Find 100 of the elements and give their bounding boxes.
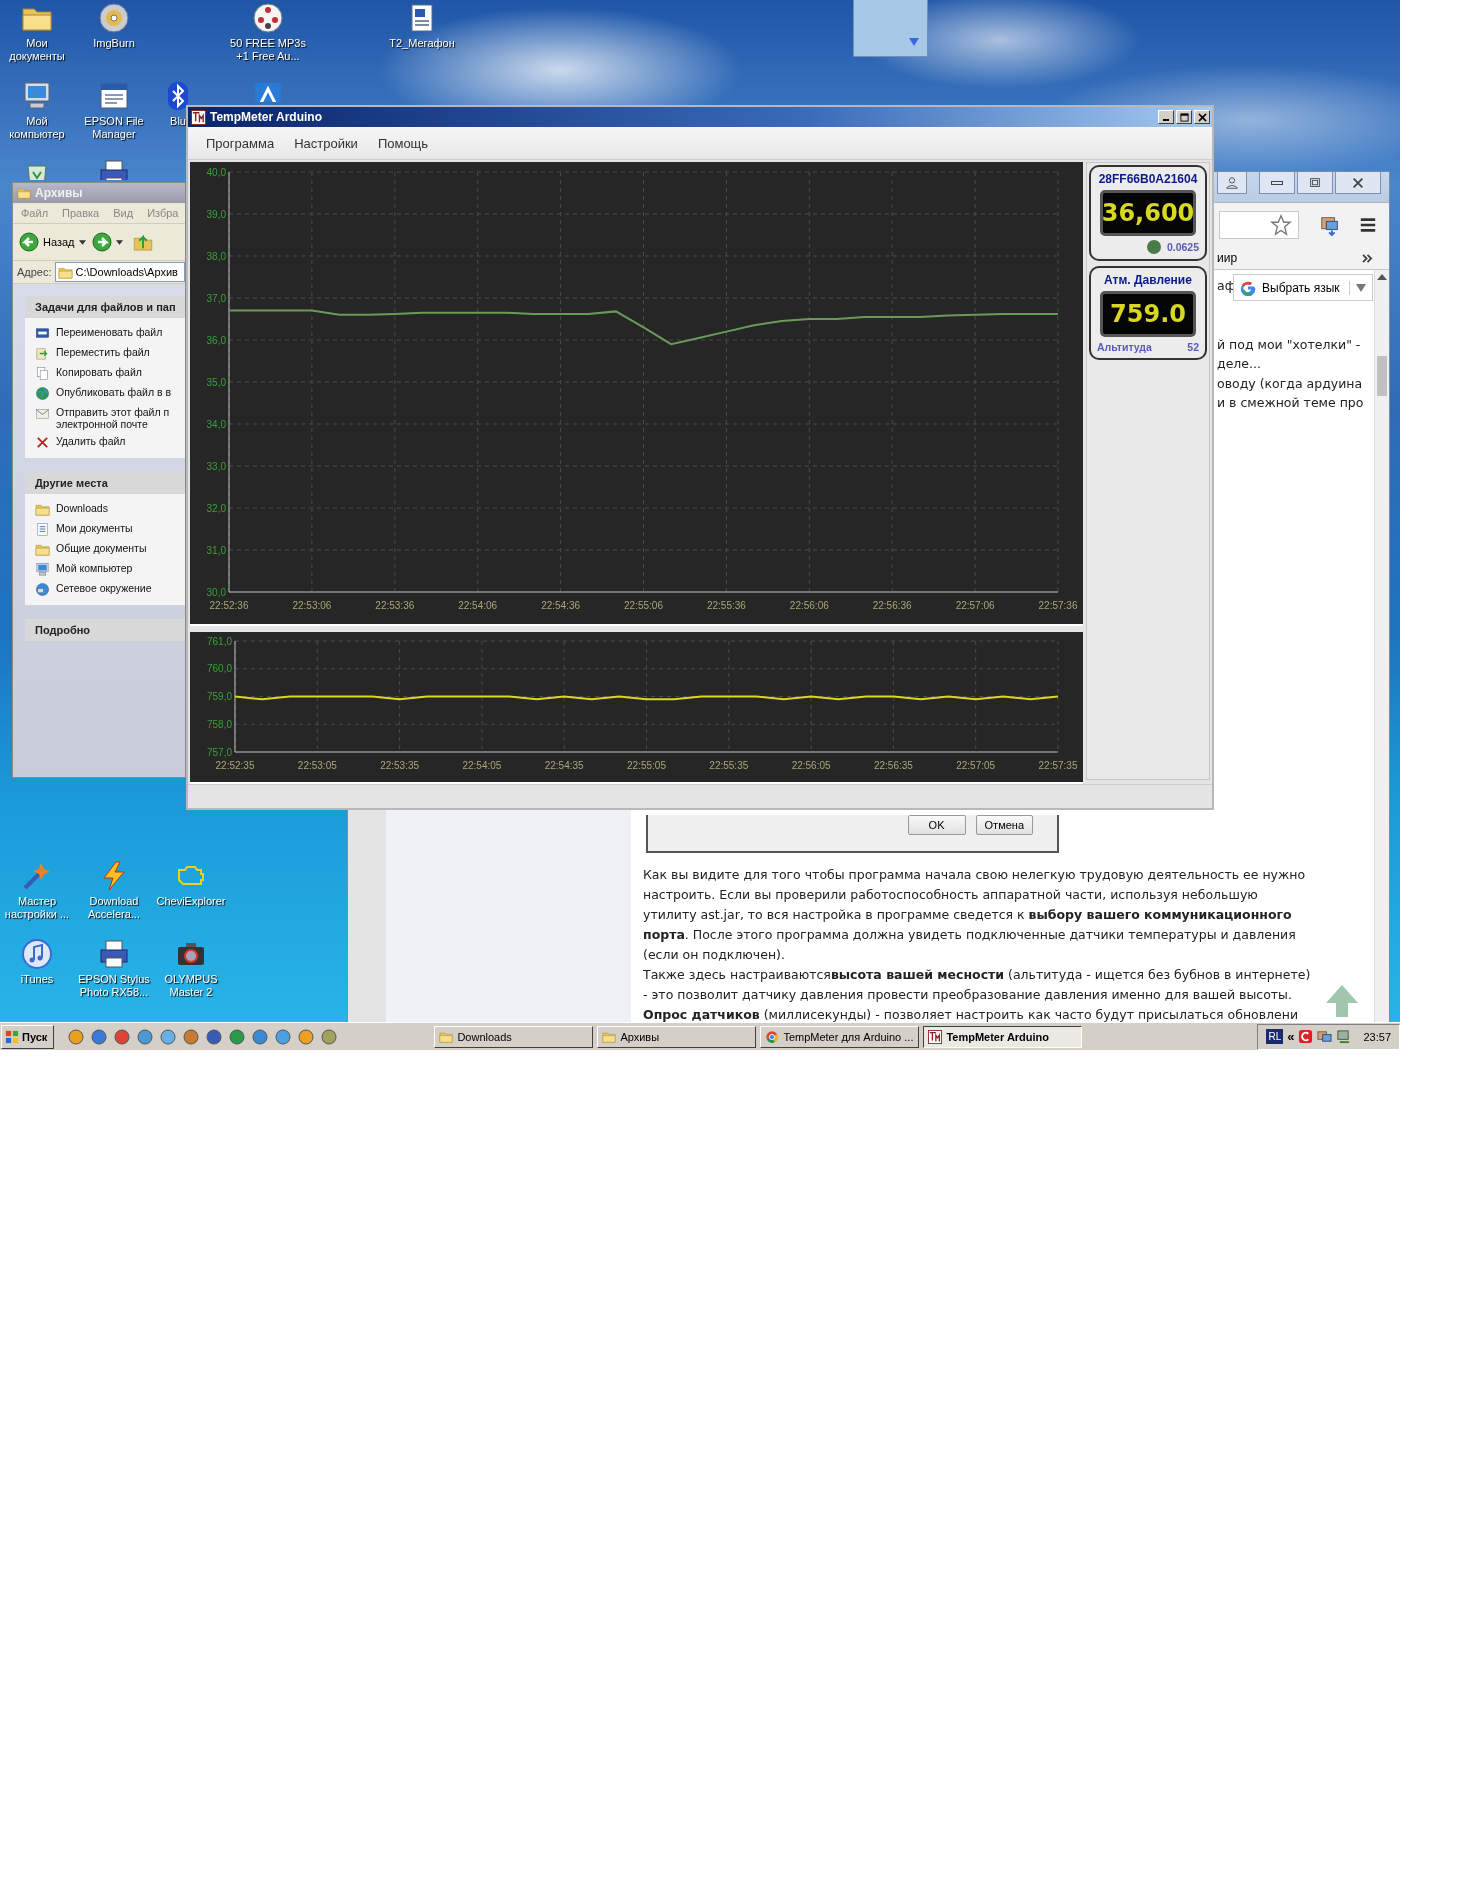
axis-label: 22:56:35	[873, 760, 913, 771]
person-icon	[1225, 175, 1239, 190]
app-icon[interactable]	[275, 1028, 292, 1045]
task-link[interactable]: Отправить этот файл п электронной почте	[56, 406, 185, 430]
music-note-icon[interactable]	[21, 938, 53, 970]
axis-label: 22:57:35	[1038, 760, 1078, 771]
task-link[interactable]: Мои документы	[56, 522, 133, 534]
axis-label: 36,0	[206, 334, 226, 346]
disc-icon[interactable]	[98, 2, 130, 34]
network-icon	[35, 582, 50, 597]
task-link[interactable]: Переместить файл	[56, 346, 150, 358]
article-line: - это позволит датчику давления провести преобразование давления именно для вашей высоты.	[643, 986, 1293, 1004]
maximize-icon	[1308, 175, 1322, 190]
envelope-icon	[35, 406, 50, 421]
caret-icon	[78, 239, 86, 245]
app-icon[interactable]	[137, 1028, 154, 1045]
minimize-icon	[1163, 118, 1169, 121]
app-icon[interactable]	[91, 1028, 108, 1045]
window-title: TempMeter Arduino	[210, 110, 323, 124]
axis-label: 22:56:05	[791, 760, 831, 771]
tray-expand-button[interactable]: «	[1287, 1029, 1295, 1044]
axis-label: 37,0	[206, 292, 226, 304]
dialog-button[interactable]: Отмена	[975, 815, 1033, 835]
taskbar-button[interactable]: Архивы	[597, 1025, 757, 1048]
icon-label[interactable]: Blu	[170, 115, 186, 128]
app-icon[interactable]	[1298, 1029, 1314, 1044]
axis-label: 22:55:06	[624, 600, 663, 611]
double-chevron-icon[interactable]	[1362, 253, 1373, 263]
axis-label: 22:57:05	[956, 760, 996, 771]
axis-label: 22:54:36	[541, 600, 581, 611]
app-icon[interactable]	[252, 1028, 269, 1045]
printer-icon[interactable]	[98, 938, 130, 970]
icon-label[interactable]: T2_Мегафон	[389, 37, 455, 50]
close-icon	[1351, 175, 1365, 190]
app-icon[interactable]	[68, 1028, 85, 1045]
task-link[interactable]: Downloads	[56, 502, 108, 514]
article-line: порта. После этого программа должна увидеть подключенные датчики температуры и давления	[643, 926, 1297, 944]
axis-label: 22:53:35	[380, 760, 420, 771]
translate-widget[interactable]: Выбрать язык	[1233, 274, 1373, 301]
scrollbar-thumb[interactable]	[1377, 356, 1387, 396]
app-icon[interactable]	[298, 1028, 315, 1045]
application-icon[interactable]	[252, 80, 284, 102]
app-icon[interactable]	[183, 1028, 200, 1045]
star-icon[interactable]	[1270, 214, 1292, 236]
menu-item[interactable]: Помощь	[377, 135, 429, 151]
axis-label: 39,0	[206, 208, 226, 220]
address-field[interactable]: C:\Downloads\Архив	[54, 262, 185, 282]
minimize-button[interactable]	[1259, 172, 1295, 194]
folder-up-icon[interactable]	[132, 232, 153, 252]
dialog-button[interactable]: OK	[907, 815, 966, 835]
bookmark-item[interactable]: иир	[1217, 251, 1238, 265]
menu-item[interactable]: Программа	[206, 135, 275, 151]
axis-label: 34,0	[206, 418, 226, 430]
computer-icon[interactable]	[21, 80, 53, 112]
computer-icon[interactable]	[1336, 1029, 1352, 1044]
axis-label: 22:55:36	[706, 600, 746, 611]
app-icon[interactable]	[229, 1028, 246, 1045]
caret-icon[interactable]	[1377, 274, 1387, 280]
back-button[interactable]: Назад	[17, 232, 88, 252]
task-link[interactable]: Опубликовать файл в в	[56, 386, 172, 398]
printer-icon[interactable]	[98, 158, 130, 180]
icon-label[interactable]: EPSON File Manager	[76, 115, 152, 141]
caret-icon[interactable]	[115, 239, 123, 245]
taskbar-button[interactable]: TempMeter для Arduino ...	[760, 1025, 920, 1048]
panel-header[interactable]: Другие места	[25, 472, 185, 494]
network-icon[interactable]	[1317, 1029, 1333, 1044]
app-icon[interactable]	[321, 1028, 338, 1045]
task-link[interactable]: Удалить файл	[56, 435, 126, 447]
axis-label: 22:53:06	[292, 600, 332, 611]
extension-icon[interactable]	[1319, 214, 1341, 236]
app-icon[interactable]	[160, 1028, 177, 1045]
taskbar-button[interactable]: Downloads	[434, 1025, 594, 1048]
window-title: Архивы	[35, 186, 83, 200]
icon-label[interactable]: Мои документы	[0, 37, 75, 63]
scrollbar[interactable]	[1374, 270, 1389, 1022]
address-field[interactable]	[1219, 211, 1299, 239]
cross-icon	[35, 435, 50, 450]
profile-button[interactable]	[1217, 172, 1247, 194]
axis-label: 30,0	[206, 586, 226, 598]
task-link[interactable]: Мой компьютер	[56, 562, 133, 574]
language-indicator[interactable]: RL	[1266, 1029, 1284, 1044]
app-icon[interactable]	[206, 1028, 223, 1045]
task-link[interactable]: Переименовать файл	[56, 326, 163, 338]
panel-header[interactable]: Задачи для файлов и пап	[25, 296, 185, 318]
task-link[interactable]: Общие документы	[56, 542, 147, 554]
film-reel-icon[interactable]	[252, 2, 284, 34]
icon-label[interactable]: ImgBurn	[93, 37, 135, 50]
icon-label[interactable]: Мой компьютер	[0, 115, 75, 141]
application-window-icon[interactable]	[98, 80, 130, 112]
taskbar-button[interactable]: TempMeter Arduino	[923, 1025, 1083, 1048]
task-link[interactable]: Сетевое окружение	[56, 582, 152, 594]
panel-header[interactable]: Подробно	[25, 619, 185, 641]
task-link[interactable]: Копировать файл	[56, 366, 142, 378]
app-logo-icon	[928, 1029, 943, 1044]
app-icon[interactable]	[114, 1028, 131, 1045]
icon-label[interactable]: 50 FREE MP3s +1 Free Au...	[230, 37, 306, 63]
menu-icon[interactable]	[1359, 216, 1377, 234]
menu-item[interactable]: Настройки	[294, 135, 358, 151]
start-button[interactable]: Пуск	[1, 1024, 55, 1049]
g-logo-icon	[1240, 279, 1256, 296]
